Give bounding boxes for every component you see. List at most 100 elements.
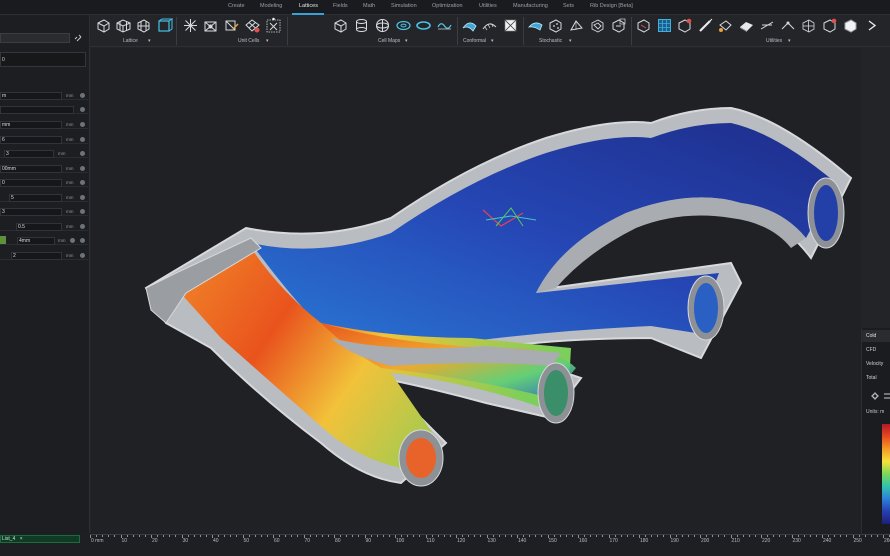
panel-search-input[interactable] bbox=[0, 33, 70, 43]
help-icon[interactable] bbox=[80, 253, 85, 258]
help-icon[interactable] bbox=[80, 209, 85, 214]
ribbon-group-lattice[interactable]: Lattice bbox=[123, 38, 138, 44]
lattice-highlight-cube-icon[interactable] bbox=[156, 17, 173, 34]
property-value[interactable]: 00mm bbox=[0, 165, 62, 173]
ribbon-more-icon[interactable] bbox=[864, 17, 881, 34]
settings-gear-icon[interactable] bbox=[871, 392, 879, 400]
help-icon[interactable] bbox=[80, 137, 85, 142]
name-field[interactable]: 0 bbox=[0, 52, 86, 67]
cell-map-sphere-icon[interactable] bbox=[374, 17, 391, 34]
unit-cell-select-icon[interactable] bbox=[265, 17, 282, 34]
stochastic-surface-icon[interactable] bbox=[527, 17, 544, 34]
unit-cells-dropdown-icon[interactable]: ▾ bbox=[266, 38, 269, 44]
property-unit: mm bbox=[66, 209, 74, 214]
help-icon[interactable] bbox=[80, 195, 85, 200]
help-icon[interactable] bbox=[80, 180, 85, 185]
menu-tab-utilities[interactable]: Utilities bbox=[479, 3, 497, 9]
help-icon[interactable] bbox=[80, 166, 85, 171]
menu-tab-manufacturing[interactable]: Manufacturing bbox=[513, 3, 548, 9]
cell-maps-dropdown-icon[interactable]: ▾ bbox=[405, 38, 408, 44]
lattice-grid-cube-icon[interactable] bbox=[135, 17, 152, 34]
help-icon[interactable] bbox=[80, 107, 85, 112]
stochastic-dropdown-icon[interactable]: ▾ bbox=[569, 38, 572, 44]
utility-beam-icon[interactable] bbox=[759, 17, 776, 34]
property-value[interactable]: mm bbox=[0, 121, 62, 129]
help-icon[interactable] bbox=[80, 122, 85, 127]
ribbon-group-utilities[interactable]: Utilities bbox=[766, 38, 782, 44]
list-tag-close-icon[interactable]: × bbox=[20, 536, 23, 542]
property-value[interactable]: 5 bbox=[9, 194, 62, 202]
list-tag[interactable]: List_4 × bbox=[0, 535, 80, 543]
ruler-minor-tick bbox=[193, 535, 195, 537]
unit-cell-lattice-icon[interactable] bbox=[244, 17, 261, 34]
menu-tab-modeling[interactable]: Modeling bbox=[260, 3, 282, 9]
menu-tab-create[interactable]: Create bbox=[228, 3, 245, 9]
utility-array-icon[interactable] bbox=[800, 17, 817, 34]
link-icon[interactable] bbox=[74, 34, 82, 42]
stochastic-box-icon[interactable] bbox=[547, 17, 564, 34]
menu-tab-lattices[interactable]: Lattices bbox=[299, 3, 318, 9]
utility-random-icon[interactable] bbox=[635, 17, 652, 34]
menu-tab-rib-design[interactable]: Rib Design [Beta] bbox=[590, 3, 633, 9]
stochastic-points-icon[interactable] bbox=[568, 17, 585, 34]
conformal-cube-icon[interactable] bbox=[502, 17, 519, 34]
utility-wand-icon[interactable] bbox=[697, 17, 714, 34]
property-value[interactable]: m bbox=[0, 92, 62, 100]
cell-map-torus-icon[interactable] bbox=[395, 17, 412, 34]
ribbon-group-conformal[interactable]: Conformal bbox=[463, 38, 486, 44]
menu-tab-optimization[interactable]: Optimization bbox=[432, 3, 463, 9]
property-value[interactable]: 4mm bbox=[17, 237, 55, 245]
legend-item-velocity[interactable]: Velocity bbox=[862, 358, 890, 370]
property-value[interactable]: 3 bbox=[4, 150, 54, 158]
property-value[interactable]: 3 bbox=[0, 208, 62, 216]
help-icon[interactable] bbox=[80, 224, 85, 229]
ribbon-group-cell-maps[interactable]: Cell Maps bbox=[378, 38, 400, 44]
ribbon-group-stochastic[interactable]: Stochastic bbox=[539, 38, 562, 44]
cell-map-ring-icon[interactable] bbox=[415, 17, 432, 34]
conformal-surface-icon[interactable] bbox=[461, 17, 478, 34]
lattice-dropdown-icon[interactable]: ▾ bbox=[148, 38, 151, 44]
utility-node-icon[interactable] bbox=[717, 17, 734, 34]
stochastic-voronoi-icon[interactable] bbox=[589, 17, 606, 34]
lattice-cube-icon[interactable] bbox=[95, 17, 112, 34]
property-value[interactable]: 6 bbox=[0, 136, 62, 144]
unit-cell-edit-icon[interactable] bbox=[223, 17, 240, 34]
property-value[interactable]: 0 bbox=[0, 179, 62, 187]
lattice-cubes-icon[interactable] bbox=[115, 17, 132, 34]
conformal-mesh-icon[interactable] bbox=[481, 17, 498, 34]
legend-header[interactable]: Cold bbox=[862, 330, 890, 342]
utility-connect-icon[interactable] bbox=[780, 17, 797, 34]
utilities-dropdown-icon[interactable]: ▾ bbox=[788, 38, 791, 44]
ruler-minor-tick bbox=[401, 535, 403, 537]
help-icon[interactable] bbox=[80, 151, 85, 156]
property-value[interactable]: 2 bbox=[11, 252, 62, 260]
conformal-dropdown-icon[interactable]: ▾ bbox=[491, 38, 494, 44]
utility-block-icon[interactable] bbox=[842, 17, 859, 34]
unit-cell-strut-icon[interactable] bbox=[202, 17, 219, 34]
help-icon[interactable] bbox=[80, 238, 85, 243]
utility-solid-icon[interactable] bbox=[738, 17, 755, 34]
cell-map-wave-icon[interactable] bbox=[436, 17, 453, 34]
help-icon[interactable] bbox=[80, 93, 85, 98]
cell-map-cylinder-icon[interactable] bbox=[353, 17, 370, 34]
utility-grid-icon[interactable] bbox=[656, 17, 673, 34]
ribbon-group-unit-cells[interactable]: Unit Cells bbox=[238, 38, 259, 44]
menu-tab-math[interactable]: Math bbox=[363, 3, 375, 9]
unit-cell-star-icon[interactable] bbox=[182, 17, 199, 34]
collapse-icon[interactable] bbox=[883, 392, 890, 400]
legend-item-cfd[interactable]: CFD bbox=[862, 344, 890, 356]
property-value[interactable]: 0.5 bbox=[16, 223, 62, 231]
cell-map-cube-icon[interactable] bbox=[332, 17, 349, 34]
utility-trim-icon[interactable] bbox=[676, 17, 693, 34]
3d-viewport[interactable] bbox=[91, 48, 861, 533]
ruler-minor-tick bbox=[767, 535, 769, 537]
help-icon[interactable] bbox=[70, 238, 75, 243]
active-stepper[interactable] bbox=[0, 236, 6, 244]
legend-item-total[interactable]: Total bbox=[862, 372, 890, 384]
menu-tab-simulation[interactable]: Simulation bbox=[391, 3, 417, 9]
menu-tab-fields[interactable]: Fields bbox=[333, 3, 348, 9]
stochastic-cell-icon[interactable] bbox=[610, 17, 627, 34]
property-value[interactable] bbox=[0, 106, 74, 114]
menu-tab-sets[interactable]: Sets bbox=[563, 3, 574, 9]
utility-offset-icon[interactable] bbox=[821, 17, 838, 34]
